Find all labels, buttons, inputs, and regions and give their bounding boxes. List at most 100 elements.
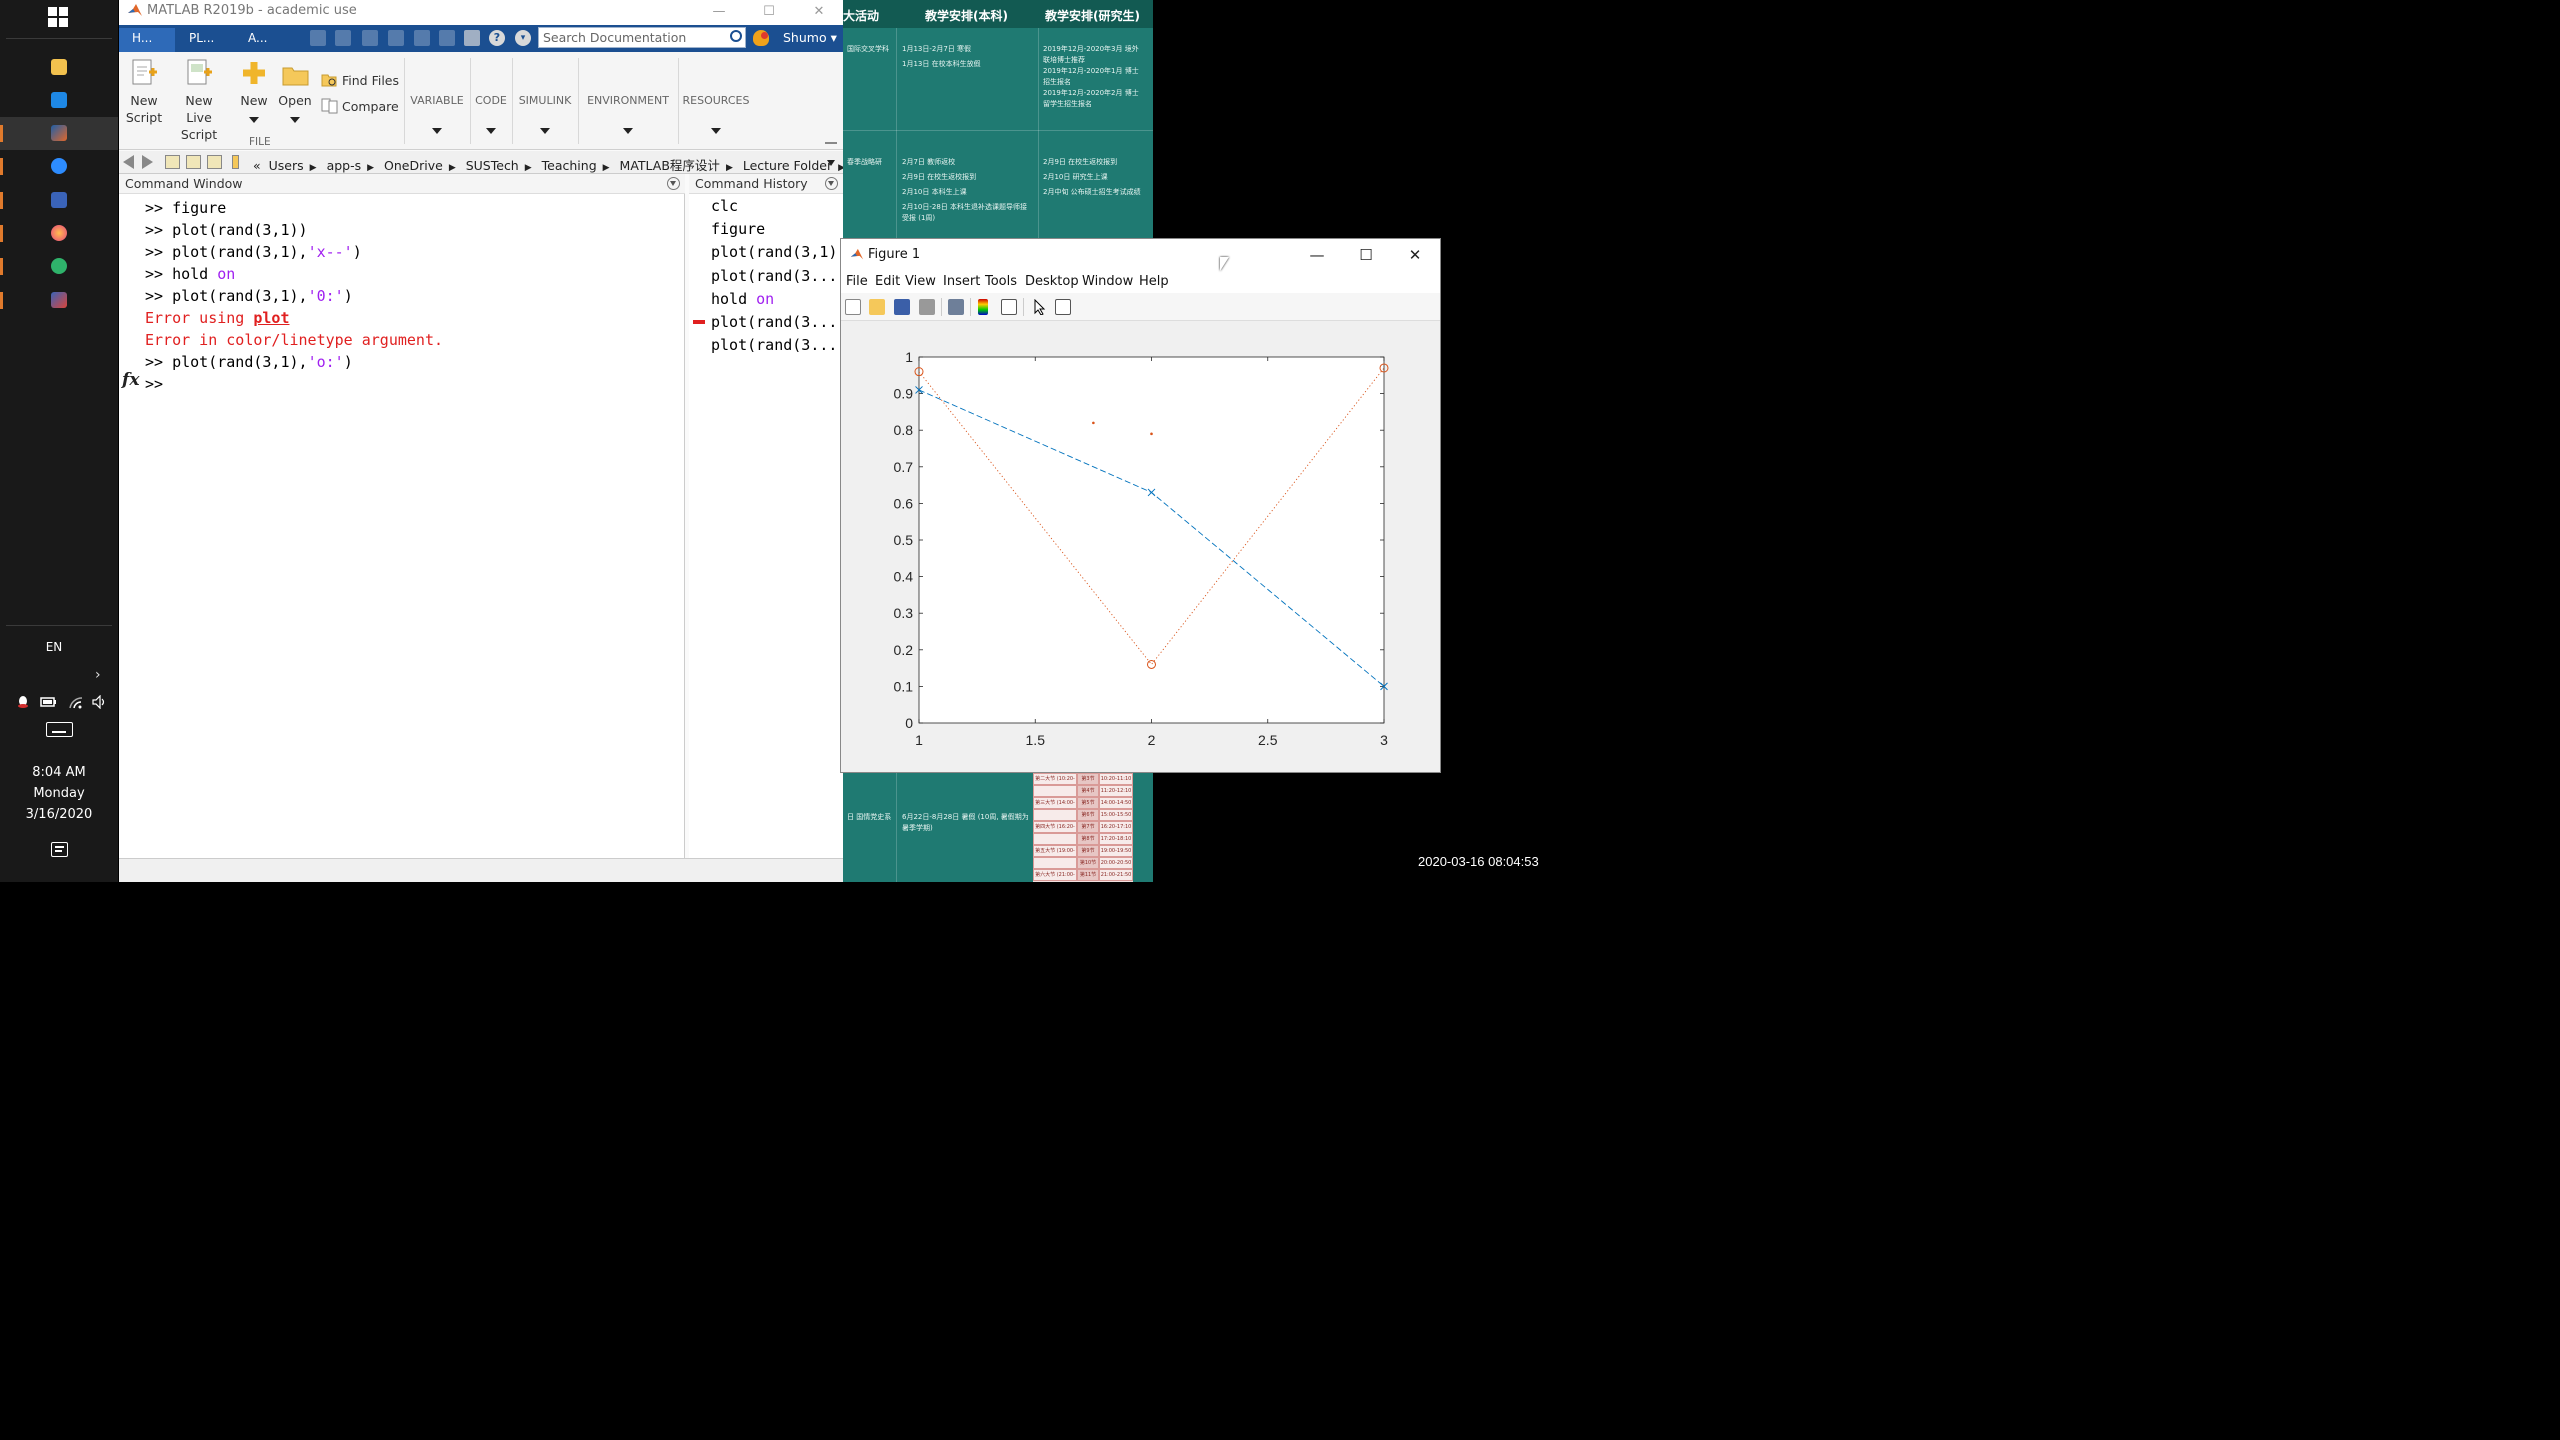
point-marker[interactable] <box>1150 432 1153 436</box>
print-preview-icon[interactable] <box>948 299 964 315</box>
point-marker[interactable] <box>1092 421 1095 425</box>
section-environment[interactable]: ENVIRONMENT <box>580 94 676 107</box>
taskbar-zoom[interactable] <box>0 150 118 183</box>
search-icon[interactable] <box>730 30 742 42</box>
section-code[interactable]: CODE <box>472 94 510 107</box>
browse-folder-icon[interactable] <box>186 155 201 169</box>
section-variable[interactable]: VARIABLE <box>406 94 468 107</box>
user-account-menu[interactable]: Shumo ▾ <box>783 30 837 45</box>
matlab-titlebar[interactable]: MATLAB R2019b - academic use — ☐ ✕ <box>119 0 843 25</box>
breadcrumb[interactable]: « Users ▶ app-s ▶ OneDrive ▶ SUSTech ▶ Teach… <box>253 155 843 174</box>
wifi-icon[interactable] <box>68 694 84 709</box>
search-documentation-input[interactable]: Search Documentation <box>538 27 746 48</box>
command-history[interactable]: Command History clc figure plot(rand(3,1))… <box>689 174 843 858</box>
forward-arrow-icon[interactable] <box>142 155 153 169</box>
taskbar-firefox[interactable] <box>0 217 118 250</box>
taskbar-clock[interactable]: 8:04 AM Monday 3/16/2020 <box>0 762 118 825</box>
menu-view[interactable]: View <box>905 274 936 289</box>
switch-windows-icon[interactable] <box>464 30 480 46</box>
new-script-button[interactable]: New Script <box>124 92 164 126</box>
close-button[interactable]: ✕ <box>1397 244 1433 266</box>
pane-actions-icon[interactable] <box>667 177 680 190</box>
history-item[interactable]: figure <box>711 218 843 241</box>
taskbar-store[interactable] <box>0 84 118 117</box>
section-simulink[interactable]: SIMULINK <box>514 94 576 107</box>
taskbar-app-green[interactable] <box>0 250 118 283</box>
paste-icon[interactable] <box>388 30 404 46</box>
menu-window[interactable]: Window <box>1082 274 1133 289</box>
breadcrumb-item[interactable]: app-s <box>327 158 362 173</box>
windows-start-icon[interactable] <box>48 7 68 27</box>
command-window[interactable]: Command Window >> figure >> plot(rand(3,1… <box>119 174 685 858</box>
insert-colorbar-icon[interactable] <box>978 299 988 315</box>
new-button[interactable]: New <box>236 92 272 109</box>
volume-icon[interactable] <box>92 694 108 710</box>
pane-actions-icon[interactable] <box>825 177 838 190</box>
menu-help[interactable]: Help <box>1139 274 1169 289</box>
help-icon[interactable]: ? <box>489 30 505 46</box>
environment-dropdown-icon[interactable] <box>623 128 633 134</box>
chevron-right-icon[interactable]: › <box>95 667 101 683</box>
breadcrumb-item[interactable]: Teaching <box>542 158 597 173</box>
error-function-link[interactable]: plot <box>253 309 289 327</box>
simulink-dropdown-icon[interactable] <box>540 128 550 134</box>
history-item[interactable]: hold on <box>711 288 843 311</box>
open-dropdown-icon[interactable] <box>290 117 300 123</box>
notification-bell-icon[interactable] <box>753 30 769 46</box>
breadcrumb-item[interactable]: OneDrive <box>384 158 443 173</box>
menu-desktop[interactable]: Desktop <box>1025 274 1079 289</box>
command-window-output[interactable]: >> figure >> plot(rand(3,1)) >> plot(rand(… <box>145 197 443 395</box>
back-arrow-icon[interactable] <box>123 155 134 169</box>
menu-file[interactable]: File <box>846 274 868 289</box>
section-resources[interactable]: RESOURCES <box>680 94 752 107</box>
tab-plots[interactable]: PL... <box>189 31 214 45</box>
maximize-button[interactable]: ☐ <box>1348 244 1384 266</box>
history-item[interactable]: plot(rand(3... <box>711 265 843 288</box>
taskbar-matlab[interactable] <box>0 117 118 150</box>
input-language[interactable]: EN <box>0 640 108 654</box>
line-plot[interactable]: 1 1.5 2 2.5 3 0 0.1 0.2 0.3 0.4 0.5 0.6 0.7 0.8 0.9 1 <box>841 322 1441 773</box>
close-button[interactable]: ✕ <box>804 1 834 23</box>
history-item[interactable]: plot(rand(3,1)) <box>711 241 843 264</box>
menu-insert[interactable]: Insert <box>943 274 980 289</box>
command-prompt[interactable]: >> <box>145 373 443 395</box>
find-files-button[interactable]: Find Files <box>342 72 399 89</box>
resources-dropdown-icon[interactable] <box>711 128 721 134</box>
breadcrumb-item[interactable]: MATLAB程序设计 <box>620 158 720 173</box>
qq-tray-icon[interactable] <box>16 694 32 708</box>
taskbar-visio[interactable] <box>0 184 118 217</box>
save-icon[interactable] <box>894 299 910 315</box>
new-dropdown-icon[interactable] <box>249 117 259 123</box>
new-figure-icon[interactable] <box>845 299 861 315</box>
maximize-button[interactable]: ☐ <box>754 1 784 23</box>
history-item[interactable]: plot(rand(3... <box>711 311 843 334</box>
variable-dropdown-icon[interactable] <box>432 128 442 134</box>
save-icon[interactable] <box>310 30 326 46</box>
touch-keyboard-icon[interactable] <box>46 722 73 737</box>
taskbar-file-explorer[interactable] <box>0 51 118 84</box>
redo-icon[interactable] <box>439 30 455 46</box>
copy-icon[interactable] <box>362 30 378 46</box>
up-folder-icon[interactable] <box>165 155 180 169</box>
edit-path-icon[interactable] <box>207 155 222 169</box>
taskbar-app-blue[interactable] <box>0 284 118 317</box>
history-item[interactable]: clc <box>711 195 843 218</box>
menu-tools[interactable]: Tools <box>985 274 1017 289</box>
insert-legend-icon[interactable] <box>1001 299 1017 315</box>
property-inspector-icon[interactable] <box>1055 299 1071 315</box>
tab-home[interactable]: H... <box>132 31 152 45</box>
options-dropdown-icon[interactable]: ▾ <box>515 30 531 46</box>
address-dropdown-icon[interactable] <box>827 160 835 166</box>
compare-button[interactable]: Compare <box>342 98 399 115</box>
open-button[interactable]: Open <box>276 92 314 109</box>
new-live-script-button[interactable]: New Live Script <box>167 92 231 143</box>
cut-icon[interactable] <box>335 30 351 46</box>
breadcrumb-item[interactable]: SUSTech <box>466 158 519 173</box>
menu-edit[interactable]: Edit <box>875 274 900 289</box>
notification-center-icon[interactable] <box>51 842 68 857</box>
code-dropdown-icon[interactable] <box>486 128 496 134</box>
axes[interactable]: 1 1.5 2 2.5 3 0 0.1 0.2 0.3 0.4 0.5 0.6 0.7 0.8 0.9 1 <box>894 349 1389 748</box>
function-browser-icon[interactable]: fx <box>122 370 139 390</box>
tab-apps[interactable]: A... <box>248 31 267 45</box>
history-list[interactable]: clc figure plot(rand(3,1)) plot(rand(3... ho… <box>711 195 843 357</box>
